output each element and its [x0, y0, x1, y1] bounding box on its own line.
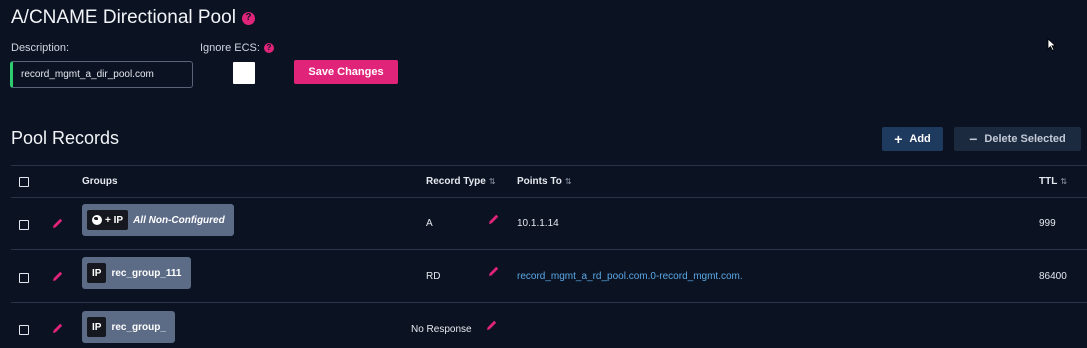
record-type: RD	[426, 271, 441, 282]
record-type: A	[426, 218, 433, 229]
points-to-link[interactable]: record_mgmt_a_rd_pool.com.0-record_mgmt.…	[517, 271, 743, 282]
minus-icon: −	[969, 131, 978, 147]
ecs-help-icon[interactable]: ?	[263, 43, 274, 53]
mouse-cursor-icon	[1047, 38, 1057, 52]
sort-icon[interactable]: ⇅	[565, 177, 572, 186]
globe-icon	[92, 215, 102, 225]
group-chip[interactable]: + IP All Non-Configured	[82, 204, 234, 236]
points-to-header-text: Points To	[517, 176, 562, 187]
edit-record-icon[interactable]	[488, 213, 500, 225]
edit-group-icon[interactable]	[52, 217, 64, 229]
divider	[11, 165, 1087, 166]
delete-selected-button[interactable]: − Delete Selected	[954, 127, 1081, 151]
select-all-checkbox[interactable]	[19, 177, 29, 187]
row-divider	[11, 249, 1087, 250]
sort-icon[interactable]: ⇅	[489, 177, 496, 186]
description-label: Description:	[11, 42, 69, 54]
edit-record-icon[interactable]	[486, 319, 498, 331]
description-label-text: Description:	[11, 42, 70, 54]
edit-group-icon[interactable]	[52, 270, 64, 282]
ignore-ecs-label: Ignore ECS: ?	[200, 42, 274, 54]
edit-record-icon[interactable]	[488, 265, 500, 277]
column-header-points-to[interactable]: Points To ⇅	[517, 176, 572, 187]
save-changes-button[interactable]: Save Changes	[294, 60, 398, 84]
column-header-groups: Groups	[82, 176, 118, 187]
group-name: rec_group_111	[111, 267, 182, 279]
add-button[interactable]: + Add	[882, 127, 943, 151]
row-divider	[11, 302, 1087, 303]
help-icon[interactable]: ?	[241, 11, 255, 25]
page-title: A/CNAME Directional Pool ?	[11, 7, 255, 29]
ttl: 999	[1039, 218, 1056, 229]
column-header-record-type[interactable]: Record Type ⇅	[426, 176, 496, 187]
ignore-ecs-label-text: Ignore ECS:	[200, 42, 260, 54]
points-to: 10.1.1.14	[517, 218, 559, 229]
group-chip[interactable]: IP rec_group_111	[82, 257, 191, 289]
group-tag-text: + IP	[105, 214, 124, 226]
ttl: 86400	[1039, 271, 1067, 282]
row-checkbox[interactable]	[19, 273, 29, 283]
add-label: Add	[909, 133, 931, 145]
group-chip[interactable]: IP rec_group_	[82, 311, 175, 343]
description-input[interactable]	[10, 61, 193, 88]
sort-icon[interactable]: ⇅	[1060, 177, 1067, 186]
divider	[11, 197, 1087, 198]
group-type-tag: + IP	[87, 210, 129, 230]
ttl-header-text: TTL	[1039, 176, 1058, 187]
group-type-tag: IP	[87, 263, 107, 283]
plus-icon: +	[894, 131, 903, 147]
record-type: No Response	[411, 324, 472, 335]
edit-group-icon[interactable]	[52, 322, 64, 334]
group-type-tag: IP	[87, 317, 107, 337]
page-title-text: A/CNAME Directional Pool	[11, 7, 236, 28]
record-type-header-text: Record Type	[426, 176, 486, 187]
groups-header-text: Groups	[82, 176, 118, 187]
row-checkbox[interactable]	[19, 325, 29, 335]
group-name: rec_group_	[111, 321, 166, 333]
group-name: All Non-Configured	[133, 214, 225, 226]
column-header-ttl[interactable]: TTL ⇅	[1039, 176, 1067, 187]
row-checkbox[interactable]	[19, 220, 29, 230]
ignore-ecs-checkbox[interactable]	[233, 62, 255, 84]
delete-label: Delete Selected	[984, 133, 1066, 145]
pool-records-title: Pool Records	[11, 128, 120, 148]
